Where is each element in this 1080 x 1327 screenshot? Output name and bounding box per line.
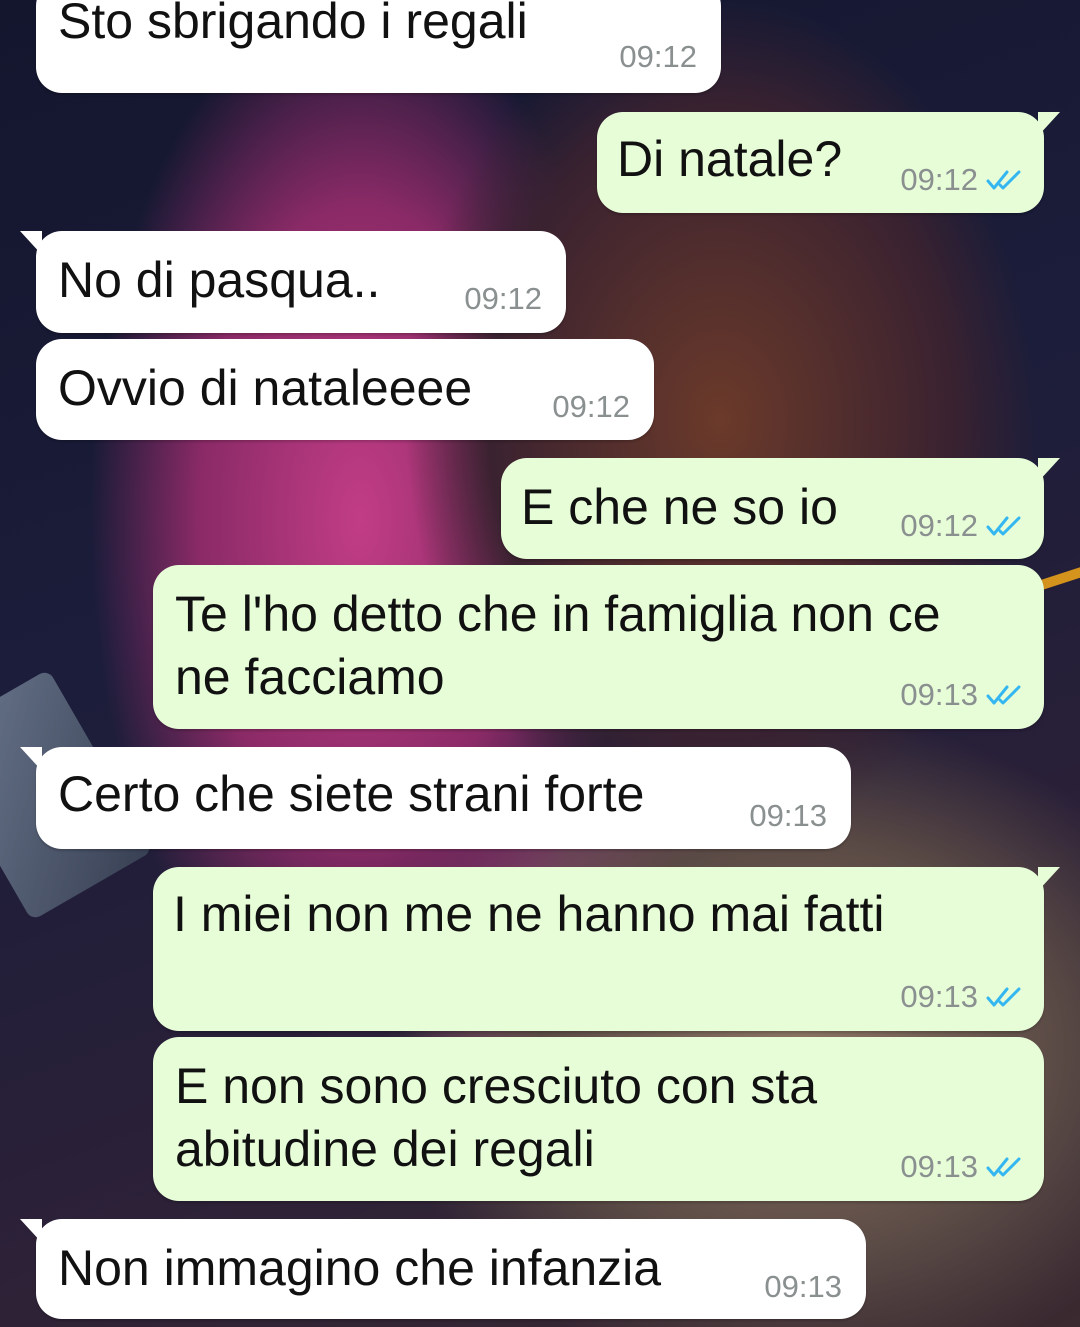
message-bubble-outgoing[interactable]: E che ne so io 09:12: [501, 458, 1060, 559]
message-meta: 09:13: [764, 1269, 842, 1305]
message-meta: 09:12: [619, 39, 697, 75]
message-meta: 09:13: [749, 798, 827, 834]
message-bubble-incoming[interactable]: No di pasqua.. 09:12: [20, 231, 566, 333]
message-text: Non immagino che infanzia: [58, 1240, 662, 1296]
double-check-icon: [986, 987, 1021, 1007]
double-check-icon: [986, 516, 1021, 536]
message-timestamp: 09:12: [552, 389, 630, 424]
message-text: I miei non me ne hanno mai fatti: [173, 886, 885, 942]
message-meta: 09:12: [900, 508, 1024, 544]
message-text: No di pasqua..: [58, 252, 381, 308]
message-text: E non sono cresciuto con sta abitudine d…: [175, 1058, 818, 1177]
message-timestamp: 09:13: [900, 677, 978, 712]
message-timestamp: 09:13: [764, 1269, 842, 1304]
message-bubble-incoming[interactable]: Certo che siete strani forte 09:13: [20, 747, 851, 849]
message-meta: 09:12: [464, 281, 542, 317]
message-meta: 09:12: [900, 162, 1024, 198]
message-timestamp: 09:12: [900, 162, 978, 197]
message-timestamp: 09:13: [749, 798, 827, 833]
double-check-icon: [986, 685, 1021, 705]
message-timestamp: 09:13: [900, 1149, 978, 1184]
message-text: Sto sbrigando i regali: [58, 0, 528, 49]
message-timestamp: 09:12: [619, 39, 697, 74]
double-check-icon: [986, 170, 1021, 190]
message-timestamp: 09:12: [900, 508, 978, 543]
message-text: Di natale?: [617, 131, 843, 187]
message-meta: 09:13: [900, 677, 1024, 713]
message-text: Ovvio di nataleeee: [58, 360, 473, 416]
message-bubble-incoming[interactable]: Ovvio di nataleeee 09:12: [36, 339, 654, 440]
message-bubble-outgoing[interactable]: Di natale? 09:12: [597, 112, 1060, 213]
message-bubble-outgoing[interactable]: I miei non me ne hanno mai fatti 09:13: [153, 867, 1060, 1031]
message-timestamp: 09:12: [464, 281, 542, 316]
message-bubble-outgoing[interactable]: Te l'ho detto che in famiglia non ce ne …: [153, 565, 1044, 729]
message-timestamp: 09:13: [900, 979, 978, 1014]
message-meta: 09:12: [552, 389, 630, 425]
message-meta: 09:13: [900, 1149, 1024, 1185]
message-bubble-incoming[interactable]: Non immagino che infanzia 09:13: [20, 1219, 866, 1319]
double-check-icon: [986, 1157, 1021, 1177]
message-bubble-incoming[interactable]: Sto sbrigando i regali 09:12: [36, 0, 721, 93]
message-text: E che ne so io: [521, 479, 838, 535]
message-meta: 09:13: [900, 979, 1024, 1015]
message-text: Certo che siete strani forte: [58, 766, 645, 822]
message-text: Te l'ho detto che in famiglia non ce ne …: [175, 586, 941, 705]
message-bubble-outgoing[interactable]: E non sono cresciuto con sta abitudine d…: [153, 1037, 1044, 1201]
